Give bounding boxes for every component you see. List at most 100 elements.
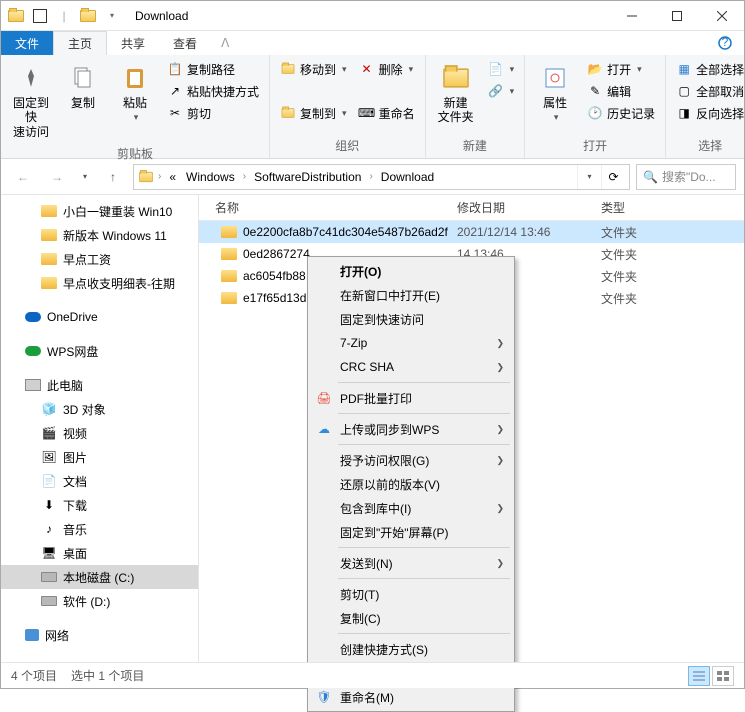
file-type: 文件夹 [601, 224, 744, 241]
tab-file[interactable]: 文件 [1, 31, 53, 55]
ctx-separator [338, 578, 510, 579]
nav-history-dropdown[interactable]: ▾ [77, 163, 93, 191]
delete-button[interactable]: ✕删除▾ [355, 58, 419, 80]
folder-icon [221, 270, 237, 282]
copy-path-button[interactable]: 📋复制路径 [163, 58, 263, 80]
invert-selection-button[interactable]: ◨反向选择 [672, 102, 745, 124]
ctx-pin-start[interactable]: 固定到"开始"屏幕(P) [310, 520, 512, 544]
cut-button[interactable]: ✂剪切 [163, 102, 263, 124]
select-all-button[interactable]: ▦全部选择 [672, 58, 745, 80]
tree-quick-item[interactable]: 新版本 Windows 11 [1, 223, 198, 247]
ctx-open-new-window[interactable]: 在新窗口中打开(E) [310, 283, 512, 307]
crumb-download[interactable]: Download [377, 165, 438, 189]
maximize-button[interactable] [654, 1, 699, 31]
tree-onedrive[interactable]: OneDrive [1, 305, 198, 329]
paste-icon [119, 62, 151, 94]
address-bar[interactable]: › « Windows › SoftwareDistribution › Dow… [133, 164, 630, 190]
tree-quick-item[interactable]: 小白一键重装 Win10 [1, 199, 198, 223]
ctx-prev-versions[interactable]: 还原以前的版本(V) [310, 472, 512, 496]
ctx-separator [338, 413, 510, 414]
refresh-button[interactable]: ⟳ [601, 165, 625, 189]
ctx-grant-access[interactable]: 授予访问权限(G) [310, 448, 512, 472]
ctx-include-library[interactable]: 包含到库中(I) [310, 496, 512, 520]
tree-pc-item[interactable]: 🧊3D 对象 [1, 397, 198, 421]
navigation-tree[interactable]: 小白一键重装 Win10新版本 Windows 11早点工资早点收支明细表-往期… [1, 195, 199, 662]
ctx-7zip[interactable]: 7-Zip [310, 331, 512, 355]
col-date[interactable]: 修改日期 [457, 199, 601, 216]
rename-button[interactable]: ⌨重命名 [355, 102, 419, 124]
tree-pc-item[interactable]: 🖼图片 [1, 445, 198, 469]
crumb-windows[interactable]: Windows [182, 165, 239, 189]
addr-dropdown[interactable]: ▾ [577, 165, 601, 189]
crumb-ellipsis[interactable]: « [165, 165, 180, 189]
tree-pc-item[interactable]: 软件 (D:) [1, 589, 198, 613]
history-button[interactable]: 🕑历史记录 [583, 102, 659, 124]
ctx-send-to[interactable]: 发送到(N) [310, 551, 512, 575]
table-row[interactable]: 0e2200cfa8b7c41dc304e5487b26ad2f2021/12/… [199, 221, 744, 243]
search-input[interactable]: 🔍 搜索"Do... [636, 164, 736, 190]
minimize-button[interactable] [609, 1, 654, 31]
nav-forward[interactable]: → [43, 163, 71, 191]
tree-pc-item[interactable]: 本地磁盘 (C:) [1, 565, 198, 589]
network-icon [25, 629, 39, 641]
tree-pc-item[interactable]: 🎬视频 [1, 421, 198, 445]
file-date: 2021/12/14 13:46 [457, 225, 601, 239]
ctx-pdf-print[interactable]: 🖨PDF批量打印 [310, 386, 512, 410]
ctx-create-shortcut[interactable]: 创建快捷方式(S) [310, 637, 512, 661]
paste-shortcut-button[interactable]: ↗粘贴快捷方式 [163, 80, 263, 102]
col-type[interactable]: 类型 [601, 199, 744, 216]
copy-to-button[interactable]: 复制到▾ [276, 102, 351, 124]
col-name[interactable]: 名称 [199, 199, 457, 216]
ctx-cut[interactable]: 剪切(T) [310, 582, 512, 606]
ctx-copy[interactable]: 复制(C) [310, 606, 512, 630]
tree-quick-item[interactable]: 早点工资 [1, 247, 198, 271]
tab-home[interactable]: 主页 [53, 31, 107, 55]
qat-dropdown[interactable]: ▾ [101, 5, 123, 27]
ctx-pin-quick[interactable]: 固定到快速访问 [310, 307, 512, 331]
close-button[interactable] [699, 1, 744, 31]
chevron-right-icon: › [156, 171, 163, 182]
crumb-softwaredist[interactable]: SoftwareDistribution [250, 165, 365, 189]
printer-icon: 🖨 [316, 390, 332, 406]
ribbon-tabs: 文件 主页 共享 查看 ᐱ ? [1, 31, 744, 55]
tab-share[interactable]: 共享 [107, 31, 159, 55]
nav-up[interactable]: ↑ [99, 163, 127, 191]
select-none-button[interactable]: ▢全部取消 [672, 80, 745, 102]
easy-access-button[interactable]: 🔗▾ [484, 80, 519, 102]
move-to-button[interactable]: 移动到▾ [276, 58, 351, 80]
qat-checkbox[interactable] [29, 5, 51, 27]
new-folder-button[interactable]: 新建 文件夹 [432, 58, 480, 129]
edit-icon: ✎ [587, 83, 603, 99]
new-item-button[interactable]: 📄▾ [484, 58, 519, 80]
properties-button[interactable]: 属性 ▾ [531, 58, 579, 127]
paste-button[interactable]: 粘贴 ▾ [111, 58, 159, 127]
ctx-separator [338, 444, 510, 445]
ctx-crc-sha[interactable]: CRC SHA [310, 355, 512, 379]
tree-pc-item[interactable]: 🖥桌面 [1, 541, 198, 565]
tree-wps[interactable]: WPS网盘 [1, 339, 198, 363]
tree-pc-item[interactable]: ⬇下载 [1, 493, 198, 517]
folder-icon [41, 229, 57, 241]
tree-pc-item[interactable]: ♪音乐 [1, 517, 198, 541]
edit-button[interactable]: ✎编辑 [583, 80, 659, 102]
nav-back[interactable]: ← [9, 163, 37, 191]
file-name: e17f65d13d [243, 291, 306, 305]
ctx-wps-sync[interactable]: ☁上传或同步到WPS [310, 417, 512, 441]
ribbon-collapse[interactable]: ᐱ [211, 31, 239, 55]
copy-button[interactable]: 复制 [59, 58, 107, 114]
tab-view[interactable]: 查看 [159, 31, 211, 55]
pin-quick-access-button[interactable]: 固定到快 速访问 [7, 58, 55, 143]
view-icons-button[interactable] [712, 666, 734, 686]
new-item-icon: 📄 [488, 61, 504, 77]
open-button[interactable]: 📂打开▾ [583, 58, 659, 80]
view-details-button[interactable] [688, 666, 710, 686]
tree-quick-item[interactable]: 早点收支明细表-往期 [1, 271, 198, 295]
ctx-open[interactable]: 打开(O) [310, 259, 512, 283]
tree-network[interactable]: 网络 [1, 623, 198, 647]
help-icon[interactable]: ? [706, 31, 744, 55]
file-name: 0ed2867274 [243, 247, 310, 261]
tree-pc-item[interactable]: 📄文档 [1, 469, 198, 493]
ctx-separator [338, 547, 510, 548]
tree-this-pc[interactable]: 此电脑 [1, 373, 198, 397]
list-header[interactable]: 名称 修改日期 类型 [199, 195, 744, 221]
